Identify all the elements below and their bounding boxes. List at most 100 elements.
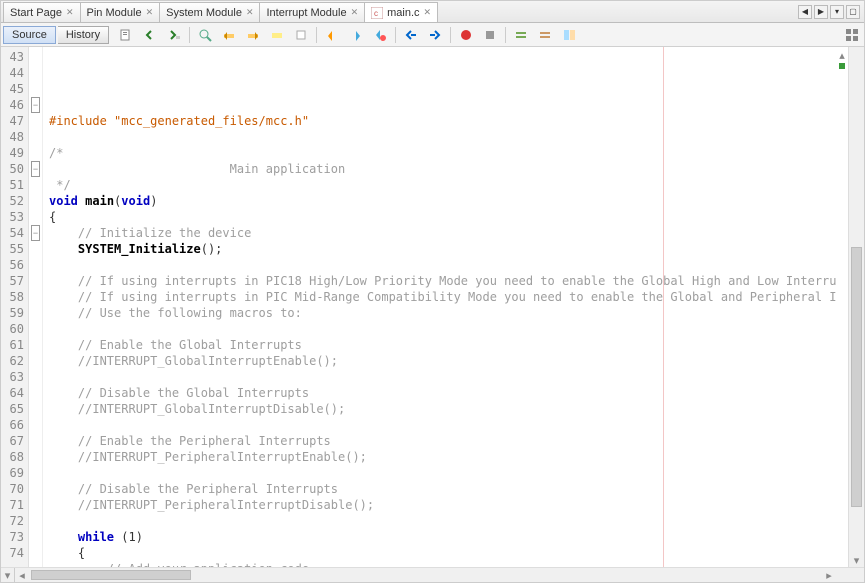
hscroll-left[interactable]: ◂ — [15, 568, 29, 582]
tab-scroll-left[interactable]: ◀ — [798, 5, 812, 19]
code-line[interactable] — [49, 257, 836, 273]
code-line[interactable] — [49, 97, 836, 113]
hscroll-right[interactable]: ▸ — [822, 568, 836, 582]
code-line[interactable]: #include "mcc_generated_files/mcc.h" — [49, 113, 836, 129]
code-line[interactable]: SYSTEM_Initialize(); — [49, 241, 836, 257]
find-prev-button[interactable] — [218, 26, 240, 44]
find-selection-button[interactable] — [194, 26, 216, 44]
comment-button[interactable] — [510, 26, 532, 44]
fold-cell — [29, 81, 42, 97]
tab-scroll-right[interactable]: ▶ — [814, 5, 828, 19]
shift-left-button[interactable] — [400, 26, 422, 44]
maximize-editor[interactable]: ▢ — [846, 5, 860, 19]
code-line[interactable] — [49, 129, 836, 145]
fold-toggle[interactable]: − — [31, 161, 40, 177]
fold-cell — [29, 513, 42, 529]
code-line[interactable]: // If using interrupts in PIC Mid-Range … — [49, 289, 836, 305]
code-line[interactable]: // Disable the Global Interrupts — [49, 385, 836, 401]
code-line[interactable]: */ — [49, 177, 836, 193]
last-edit-button[interactable] — [115, 26, 137, 44]
minimap-marker[interactable] — [839, 63, 845, 69]
code-line[interactable]: // Enable the Global Interrupts — [49, 337, 836, 353]
hscroll-track[interactable] — [29, 568, 822, 582]
prev-bookmark-icon — [325, 28, 339, 42]
code-line[interactable] — [49, 321, 836, 337]
close-icon[interactable]: ✕ — [351, 7, 359, 18]
vertical-scrollbar[interactable]: ▾ — [848, 47, 864, 567]
fold-cell: − — [29, 97, 42, 113]
line-number: 60 — [1, 321, 28, 337]
record-macro-button[interactable] — [455, 26, 477, 44]
close-icon[interactable]: ✕ — [246, 7, 254, 18]
code-line[interactable]: // If using interrupts in PIC18 High/Low… — [49, 273, 836, 289]
clear-bookmarks-button[interactable] — [369, 26, 391, 44]
code-line[interactable]: //INTERRUPT_GlobalInterruptDisable(); — [49, 401, 836, 417]
code-line[interactable]: while (1) — [49, 529, 836, 545]
close-icon[interactable]: ✕ — [66, 7, 74, 18]
view-source-button[interactable]: Source — [3, 26, 56, 44]
tab-interrupt-module[interactable]: Interrupt Module✕ — [259, 2, 365, 22]
code-line[interactable] — [49, 513, 836, 529]
scrollbar-thumb[interactable] — [851, 247, 862, 507]
toggle-highlight-button[interactable] — [266, 26, 288, 44]
hscroll-thumb[interactable] — [31, 570, 191, 580]
uncomment-button[interactable] — [534, 26, 556, 44]
code-line[interactable] — [49, 369, 836, 385]
stop-macro-button[interactable] — [479, 26, 501, 44]
line-number: 57 — [1, 273, 28, 289]
next-bookmark-button[interactable] — [345, 26, 367, 44]
prev-bookmark-button[interactable] — [321, 26, 343, 44]
scroll-down-icon[interactable]: ▾ — [849, 554, 864, 567]
fold-cell — [29, 465, 42, 481]
back-button[interactable] — [139, 26, 161, 44]
close-icon[interactable]: ✕ — [146, 7, 154, 18]
line-number: 49 — [1, 145, 28, 161]
diff-button[interactable] — [558, 26, 580, 44]
fold-toggle[interactable]: − — [31, 225, 40, 241]
code-line[interactable]: Main application — [49, 161, 836, 177]
line-number: 64 — [1, 385, 28, 401]
fold-toggle[interactable]: − — [31, 97, 40, 113]
code-line[interactable]: // Enable the Peripheral Interrupts — [49, 433, 836, 449]
code-line[interactable]: { — [49, 545, 836, 561]
code-line[interactable]: // Use the following macros to: — [49, 305, 836, 321]
code-line[interactable]: // Disable the Peripheral Interrupts — [49, 481, 836, 497]
code-line[interactable]: // Add your application code — [49, 561, 836, 567]
separator — [395, 27, 396, 43]
line-number: 61 — [1, 337, 28, 353]
code-line[interactable]: //INTERRUPT_GlobalInterruptEnable(); — [49, 353, 836, 369]
code-line[interactable]: /* — [49, 145, 836, 161]
split-handle[interactable]: ▾ — [1, 568, 15, 582]
code-area[interactable]: #include "mcc_generated_files/mcc.h" /* … — [43, 47, 836, 567]
comment-icon — [514, 28, 528, 42]
record-macro-icon — [459, 28, 473, 42]
code-line[interactable]: // Initialize the device — [49, 225, 836, 241]
code-line[interactable]: void main(void) — [49, 193, 836, 209]
toggle-bookmark-button[interactable] — [290, 26, 312, 44]
code-line[interactable]: //INTERRUPT_PeripheralInterruptEnable(); — [49, 449, 836, 465]
view-history-button[interactable]: History — [58, 26, 109, 44]
tab-pin-module[interactable]: Pin Module✕ — [80, 2, 161, 22]
close-icon[interactable]: ✕ — [424, 7, 432, 18]
shift-right-button[interactable] — [424, 26, 446, 44]
fold-cell — [29, 321, 42, 337]
code-line[interactable]: //INTERRUPT_PeripheralInterruptDisable()… — [49, 497, 836, 513]
line-number: 48 — [1, 129, 28, 145]
find-prev-icon — [222, 28, 236, 42]
code-line[interactable]: { — [49, 209, 836, 225]
fold-cell: − — [29, 161, 42, 177]
forward-button[interactable] — [163, 26, 185, 44]
next-bookmark-icon — [349, 28, 363, 42]
toolbar-grid-icon[interactable] — [842, 26, 862, 44]
editor-toolbar: Source History — [1, 23, 864, 47]
code-line[interactable] — [49, 465, 836, 481]
find-selection-icon — [198, 28, 212, 42]
tab-system-module[interactable]: System Module✕ — [159, 2, 260, 22]
code-line[interactable] — [49, 417, 836, 433]
tab-start-page[interactable]: Start Page✕ — [3, 2, 81, 22]
fold-cell — [29, 289, 42, 305]
find-next-button[interactable] — [242, 26, 264, 44]
caret-up-icon[interactable]: ▴ — [839, 49, 845, 62]
tab-main-c[interactable]: cmain.c✕ — [364, 2, 438, 22]
tab-list-dropdown[interactable]: ▾ — [830, 5, 844, 19]
